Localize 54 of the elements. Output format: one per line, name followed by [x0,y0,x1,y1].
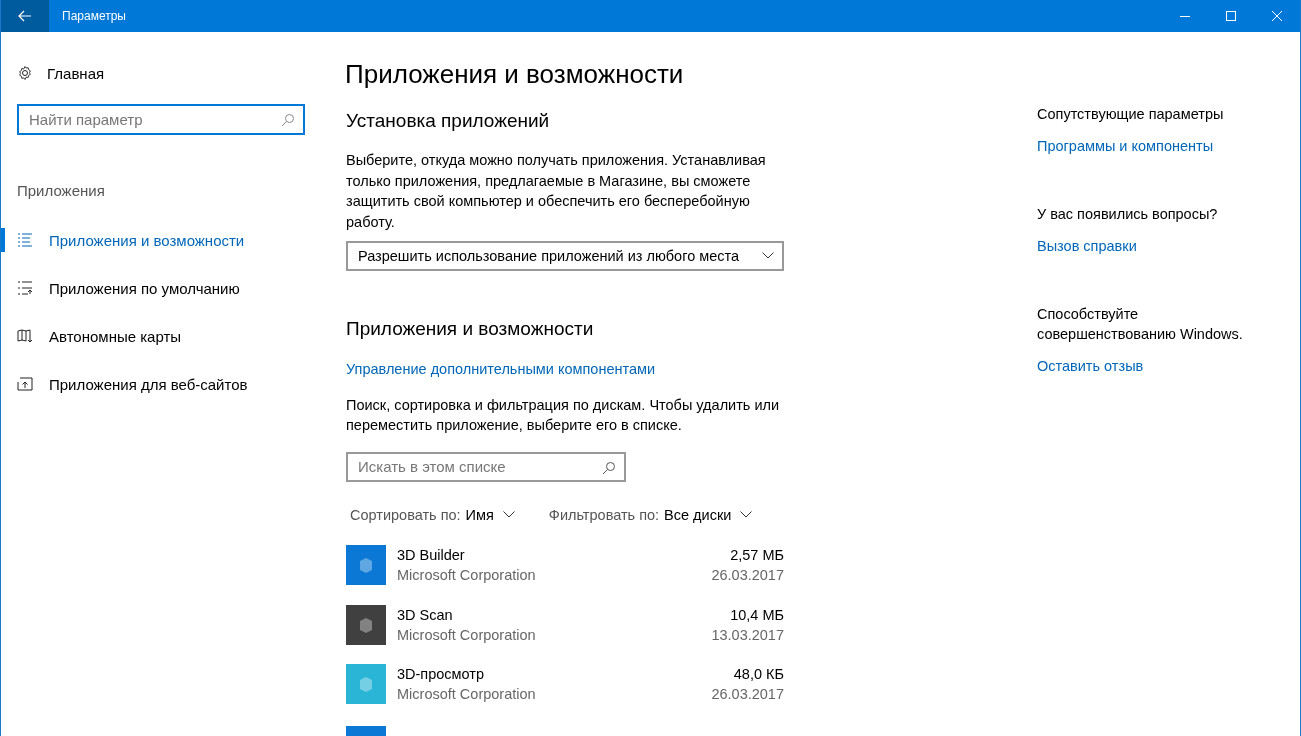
sort-dropdown[interactable]: Сортировать по: Имя [350,503,515,526]
app-date: 26.03.2017 [711,566,784,586]
close-icon [1272,11,1282,21]
chevron-down-icon [502,511,515,518]
chevron-down-icon [740,511,753,518]
map-icon [17,329,33,343]
related-heading: У вас появились вопросы? [1037,205,1218,224]
search-icon [602,460,616,475]
sidebar-item[interactable]: Автономные карты [1,312,331,360]
app-list-item[interactable]: 3D-просмотр Microsoft Corporation 48,0 КБ 26.03.2017 [346,656,784,712]
sidebar-item[interactable]: Приложения для веб-сайтов [1,360,331,408]
app-publisher: Microsoft Corporation [397,685,536,705]
app-name: 3D Scan [397,605,453,625]
list-icon [17,233,33,247]
settings-icon [17,65,33,81]
app-date: 13.03.2017 [711,625,784,645]
section-heading: Приложения и возможности [346,316,594,341]
search-field[interactable]: Найти параметр [17,104,305,135]
back-button[interactable] [1,0,49,32]
search-icon [281,113,295,127]
app-list-item[interactable]: 3D Scan Microsoft Corporation 10,4 МБ 13.03.2017 [346,597,784,653]
app-publisher: Microsoft Corporation [397,566,536,586]
app-name: 3D-просмотр [397,665,484,685]
manage-components-link[interactable]: Управление дополнительными компонентами [346,360,656,377]
maximize-icon [1226,11,1236,21]
app-size: 2,57 МБ [730,546,784,566]
list-icon [17,281,33,295]
install-source-dropdown[interactable]: Разрешить использование приложений из любого места [346,241,784,271]
app-name: 3D Builder [397,546,465,566]
related-heading: Способствуйте совершенствованию Windows. [1037,305,1244,344]
section-heading: Установка приложений [346,109,550,133]
app-size: 48,0 КБ [733,665,784,685]
upload-icon [17,377,33,391]
search-field[interactable]: Искать в этом списке [346,451,626,482]
related-heading: Сопутствующие параметры [1037,105,1224,124]
app-date: 26.03.2017 [711,685,784,705]
page-title: Приложения и возможности [345,59,684,89]
back-arrow-icon [18,10,32,22]
app-size: 10,4 МБ [730,605,784,625]
sidebar-item[interactable]: Приложения по умолчанию [1,264,331,312]
chevron-down-icon [762,252,774,260]
description-text: Поиск, сортировка и фильтрация по дискам. Чтобы удалить или переместить приложение, выберите его в списке. [346,395,781,436]
filter-dropdown[interactable]: Фильтровать по: Все диски [548,503,753,526]
window-title: Параметры [62,9,126,23]
app-icon [346,726,386,736]
sidebar-item[interactable]: Приложения и возможности [1,216,331,264]
app-publisher: Microsoft Corporation [397,625,536,645]
related-link[interactable]: Программы и компоненты [1037,138,1214,154]
related-link[interactable]: Оставить отзыв [1037,358,1144,374]
section-label: Приложения [17,182,105,199]
related-link[interactable]: Вызов справки [1037,238,1137,254]
description-text: Выберите, откуда можно получать приложения. Устанавливая только приложения, предлагаемые в Магазине, вы сможете защитить свой компьютер и обеспечить его бесперебойную работу. [346,151,767,232]
app-list-item[interactable]: 3D Builder Microsoft Corporation 2,57 МБ 26.03.2017 [346,537,784,593]
home-nav-item[interactable]: Главная [1,62,105,84]
